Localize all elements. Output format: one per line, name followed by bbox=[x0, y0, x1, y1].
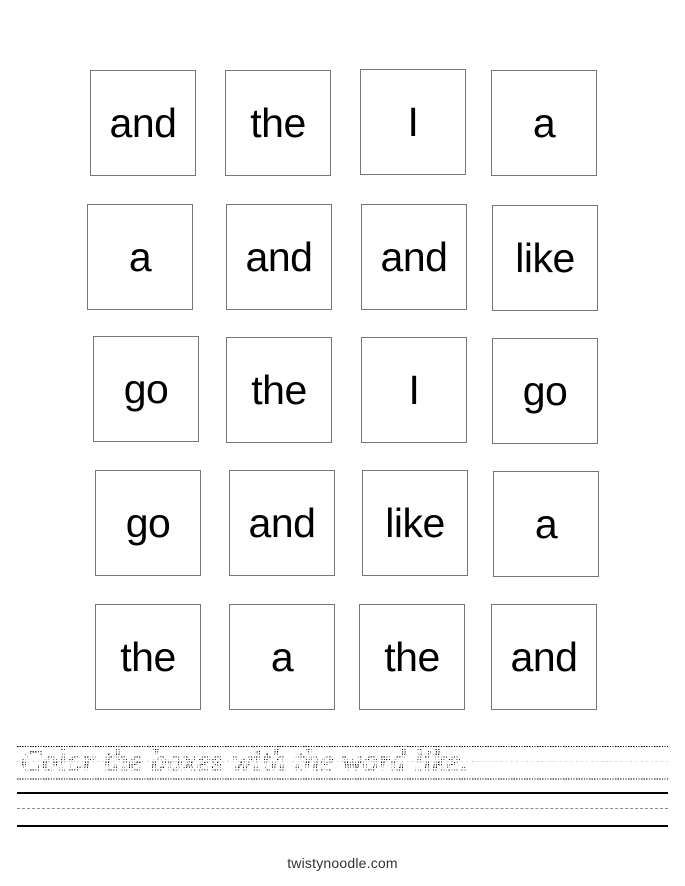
word-box-label: a bbox=[270, 633, 294, 680]
word-box[interactable]: and bbox=[361, 204, 467, 310]
handwriting-practice-area: Color the boxes with the word like. bbox=[17, 741, 668, 835]
site-credit: twistynoodle.com bbox=[287, 855, 398, 871]
word-box[interactable]: go bbox=[95, 470, 201, 576]
tracing-instruction-text: Color the boxes with the word like. bbox=[21, 743, 469, 779]
word-box[interactable]: like bbox=[362, 470, 468, 576]
word-box-label: the bbox=[251, 366, 307, 413]
word-box-label: and bbox=[510, 633, 578, 680]
word-box[interactable]: and bbox=[491, 604, 597, 710]
word-box[interactable]: I bbox=[360, 69, 466, 175]
word-box-label: and bbox=[245, 233, 313, 280]
word-box-label: like bbox=[385, 499, 445, 546]
word-box-label: like bbox=[515, 234, 575, 281]
word-box-grid: and the Ia a and and like go the Igo go and like a the… bbox=[0, 0, 685, 725]
word-box-label: a bbox=[534, 500, 558, 547]
practice-line-2 bbox=[17, 789, 668, 827]
word-box-label: go bbox=[123, 365, 169, 412]
word-box-label: a bbox=[128, 233, 152, 280]
word-box[interactable]: a bbox=[491, 70, 597, 176]
word-box[interactable]: and bbox=[229, 470, 335, 576]
practice-line-1: Color the boxes with the word like. bbox=[17, 741, 668, 781]
word-box[interactable]: go bbox=[93, 336, 199, 442]
word-box-label: the bbox=[384, 633, 440, 680]
word-box-label: I bbox=[407, 98, 419, 145]
word-box[interactable]: a bbox=[493, 471, 599, 577]
word-box-label: I bbox=[408, 366, 420, 413]
word-box[interactable]: and bbox=[226, 204, 332, 310]
word-box-label: go bbox=[125, 499, 171, 546]
word-box[interactable]: the bbox=[359, 604, 465, 710]
word-box[interactable]: the bbox=[95, 604, 201, 710]
word-box[interactable]: a bbox=[229, 604, 335, 710]
word-box-label: and bbox=[248, 499, 316, 546]
worksheet-page: and the Ia a and and like go the Igo go and like a the… bbox=[0, 0, 685, 886]
word-box[interactable]: and bbox=[90, 70, 196, 176]
word-box[interactable]: like bbox=[492, 205, 598, 311]
word-box-label: go bbox=[522, 367, 568, 414]
word-box[interactable]: go bbox=[492, 338, 598, 444]
blank-practice-line-text[interactable] bbox=[21, 789, 666, 827]
word-box-label: and bbox=[380, 233, 448, 280]
word-box[interactable]: a bbox=[87, 204, 193, 310]
word-box-label: the bbox=[120, 633, 176, 680]
word-box[interactable]: I bbox=[361, 337, 467, 443]
word-box-label: and bbox=[109, 99, 177, 146]
word-box[interactable]: the bbox=[226, 337, 332, 443]
footer: twistynoodle.com bbox=[0, 855, 685, 873]
word-box[interactable]: the bbox=[225, 70, 331, 176]
word-box-label: a bbox=[532, 99, 556, 146]
word-box-label: the bbox=[250, 99, 306, 146]
